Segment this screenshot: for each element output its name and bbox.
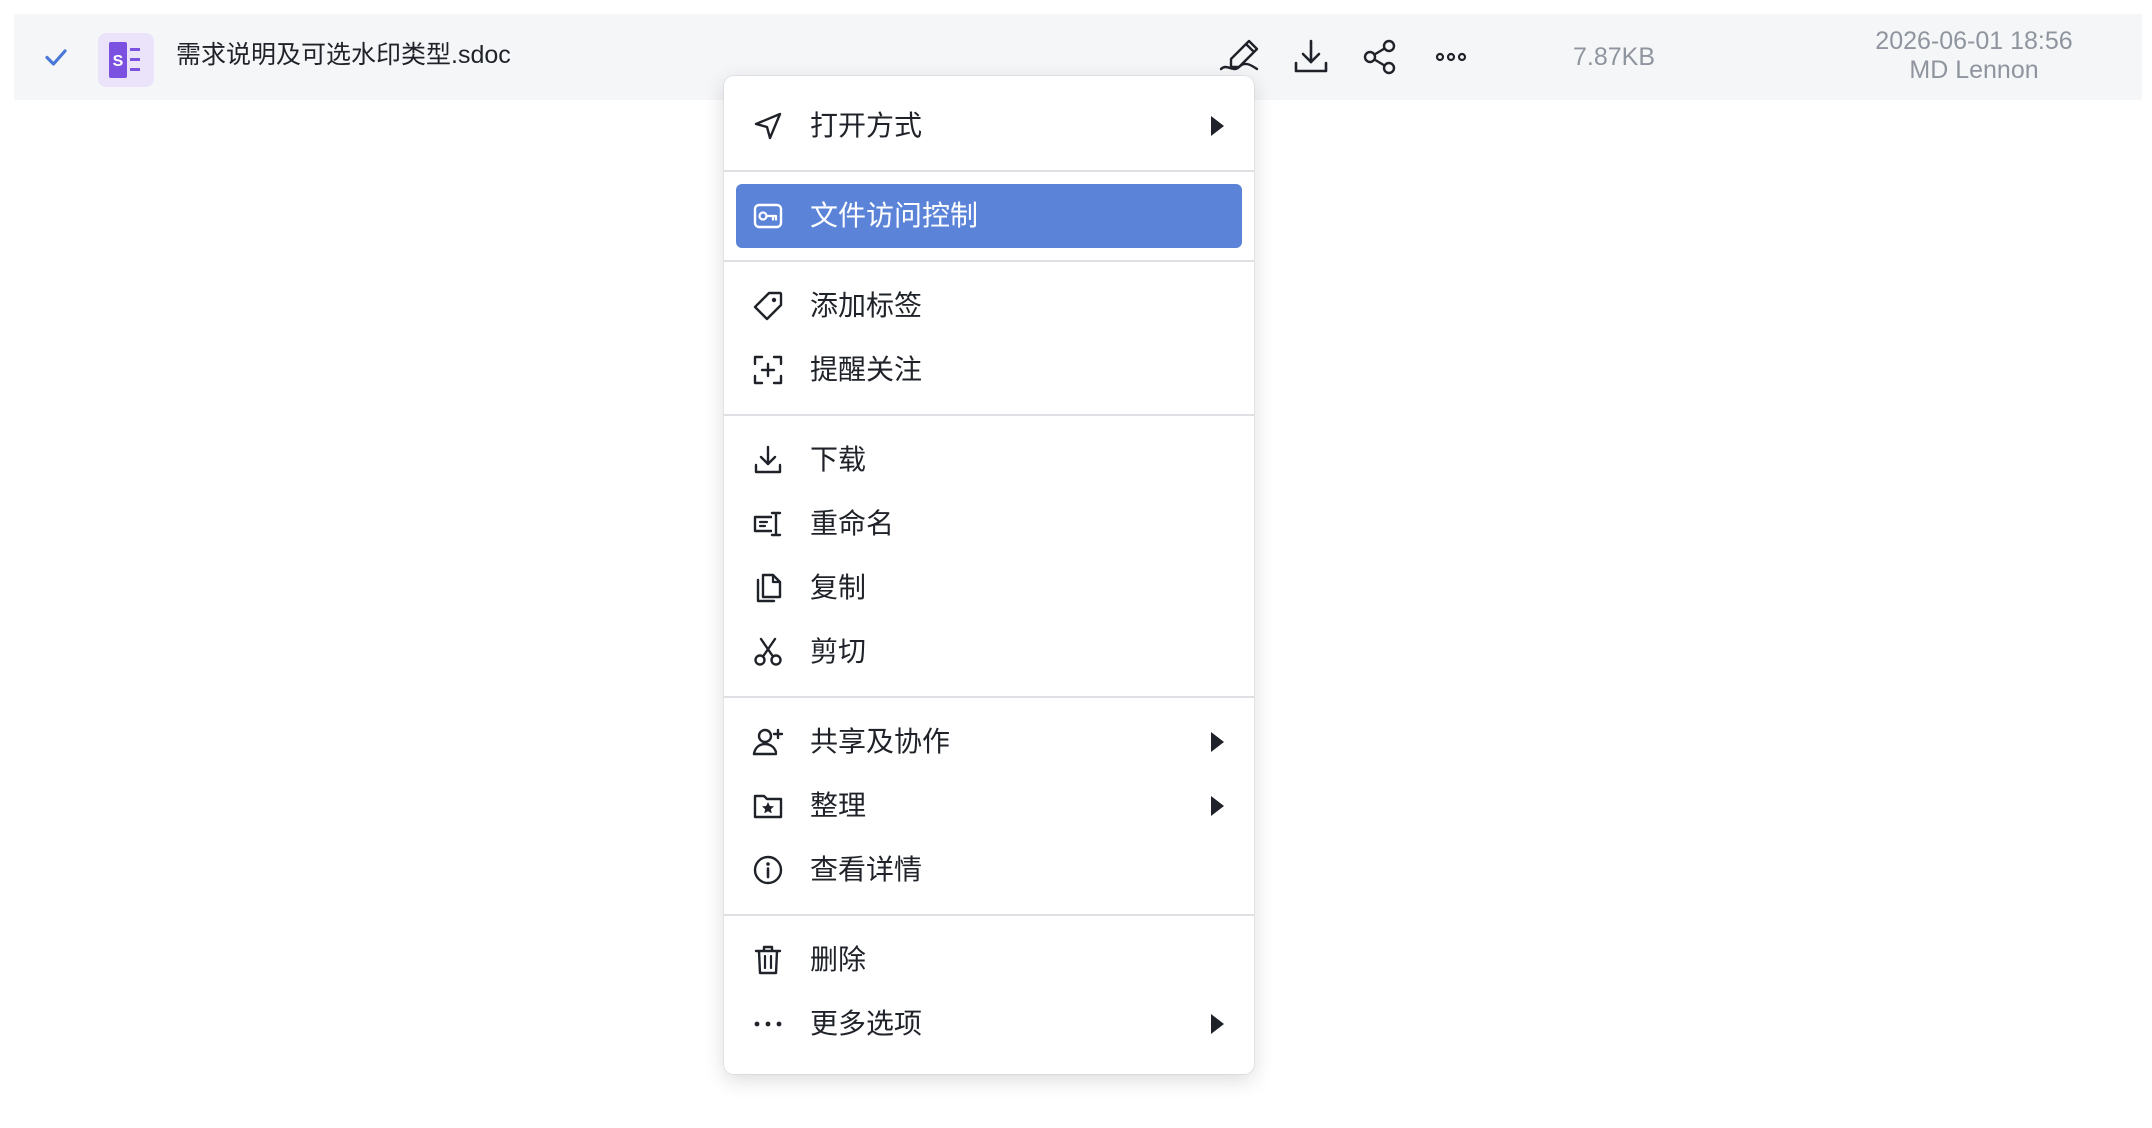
menu-item-label: 重命名 (810, 508, 895, 539)
more-icon[interactable] (1426, 32, 1476, 82)
menu-item-label: 更多选项 (810, 1008, 923, 1039)
context-menu: 打开方式 文件访问控制 添加标签 提醒关注 下载 重命名 复制 剪切 共享及协作… (724, 76, 1254, 1074)
menu-item-details[interactable]: 查看详情 (736, 838, 1242, 902)
copy-icon (752, 572, 784, 604)
file-name[interactable]: 需求说明及可选水印类型.sdoc (176, 38, 511, 72)
menu-item-copy[interactable]: 复制 (736, 556, 1242, 620)
submenu-arrow-icon (1211, 116, 1224, 136)
trash-icon (752, 944, 784, 976)
file-owner: MD Lennon (1909, 56, 2039, 84)
key-box-icon (752, 200, 784, 232)
scissors-icon (752, 636, 784, 668)
menu-item-label: 查看详情 (810, 854, 923, 885)
menu-item-download[interactable]: 下载 (736, 428, 1242, 492)
menu-item-label: 共享及协作 (810, 726, 951, 757)
menu-item-label: 文件访问控制 (810, 200, 979, 231)
edit-icon[interactable] (1216, 32, 1266, 82)
submenu-arrow-icon (1211, 732, 1224, 752)
menu-item-label: 删除 (810, 944, 867, 975)
menu-item-more-options[interactable]: 更多选项 (736, 992, 1242, 1056)
menu-divider (724, 170, 1254, 172)
menu-item-label: 剪切 (810, 636, 867, 667)
file-date: 2026-06-01 18:56 (1875, 27, 2073, 55)
menu-divider (724, 260, 1254, 262)
menu-item-open-with[interactable]: 打开方式 (736, 94, 1242, 158)
menu-divider (724, 696, 1254, 698)
rename-icon (752, 508, 784, 540)
menu-item-label: 整理 (810, 790, 867, 821)
ellipsis-icon (752, 1008, 784, 1040)
menu-item-label: 提醒关注 (810, 354, 923, 385)
add-user-icon (752, 726, 784, 758)
menu-item-label: 复制 (810, 572, 867, 603)
menu-item-label: 添加标签 (810, 290, 923, 321)
tag-icon (752, 290, 784, 322)
menu-item-access-control[interactable]: 文件访问控制 (736, 184, 1242, 248)
menu-item-delete[interactable]: 删除 (736, 928, 1242, 992)
folder-star-icon (752, 790, 784, 822)
menu-item-organize[interactable]: 整理 (736, 774, 1242, 838)
navigation-arrow-icon (752, 110, 784, 142)
download-icon (752, 444, 784, 476)
menu-item-label: 打开方式 (810, 110, 923, 141)
file-size: 7.87KB (1572, 43, 1655, 71)
submenu-arrow-icon (1211, 796, 1224, 816)
menu-item-add-tag[interactable]: 添加标签 (736, 274, 1242, 338)
menu-divider (724, 914, 1254, 916)
file-modified-info: 2026-06-01 18:56 MD Lennon (1824, 27, 2124, 85)
file-icon-letter: S (113, 53, 124, 70)
menu-item-rename[interactable]: 重命名 (736, 492, 1242, 556)
menu-divider (724, 414, 1254, 416)
menu-item-label: 下载 (810, 444, 867, 475)
share-icon[interactable] (1356, 32, 1406, 82)
menu-item-remind[interactable]: 提醒关注 (736, 338, 1242, 402)
check-icon[interactable] (40, 41, 72, 73)
menu-item-share-collab[interactable]: 共享及协作 (736, 710, 1242, 774)
submenu-arrow-icon (1211, 1014, 1224, 1034)
info-icon (752, 854, 784, 886)
menu-item-cut[interactable]: 剪切 (736, 620, 1242, 684)
download-icon[interactable] (1286, 32, 1336, 82)
add-watch-icon (752, 354, 784, 386)
sdoc-file-icon: S (98, 33, 154, 87)
